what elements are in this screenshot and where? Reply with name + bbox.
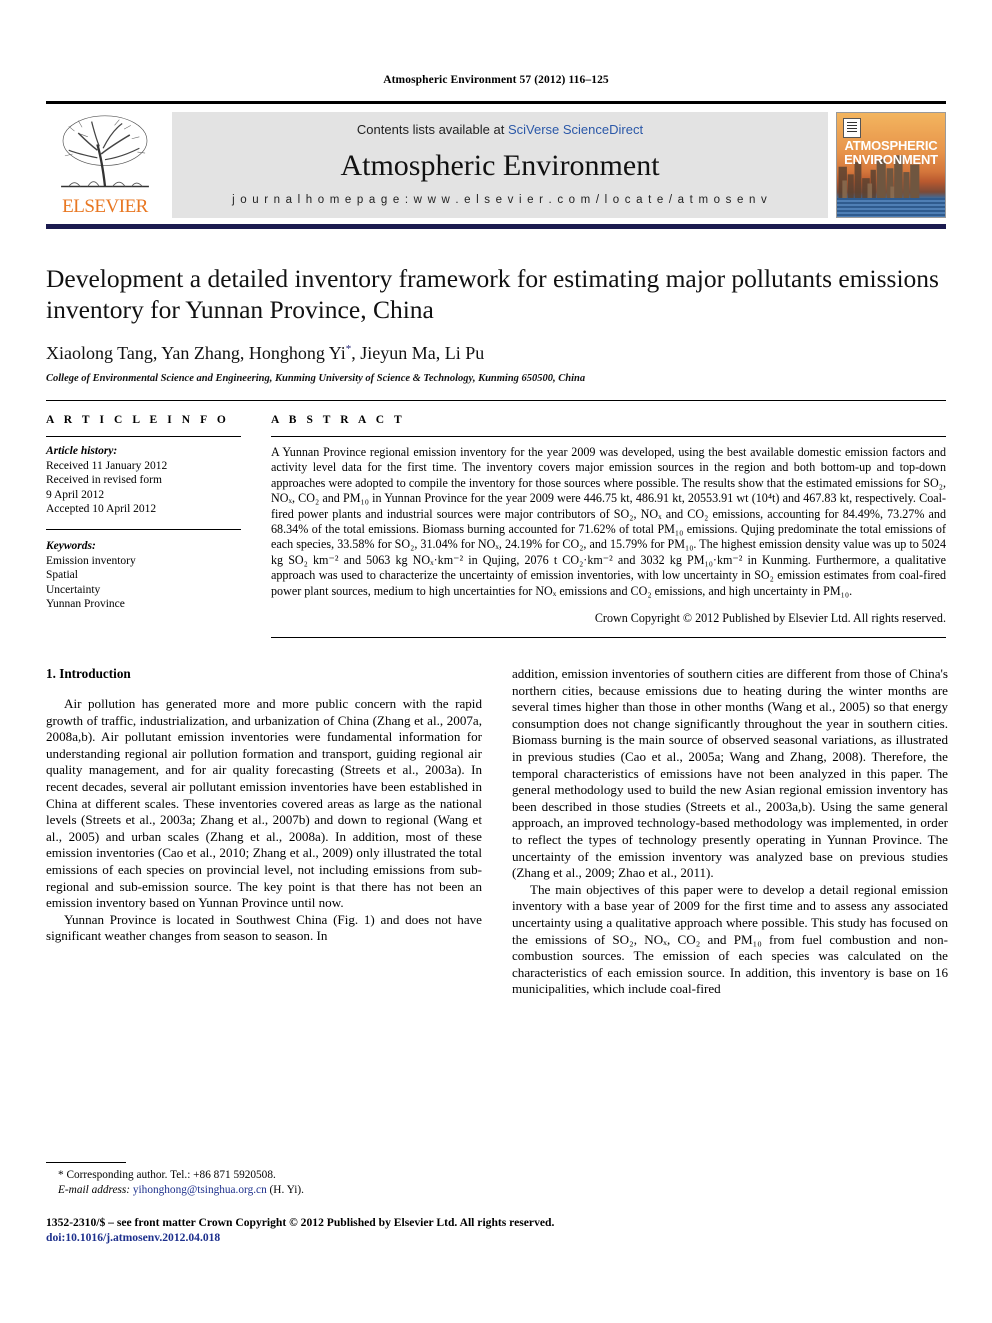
article-info-body: Article history: Received 11 January 201… bbox=[46, 437, 241, 612]
article-history-item: Accepted 10 April 2012 bbox=[46, 503, 157, 516]
elsevier-wordmark: ELSEVIER bbox=[62, 196, 148, 217]
email-line: E-mail address: yihonghong@tsinghua.org.… bbox=[46, 1183, 482, 1198]
article-title: Development a detailed inventory framewo… bbox=[46, 264, 939, 324]
paragraph: addition, emission inventories of southe… bbox=[512, 666, 948, 881]
elsevier-logo: ELSEVIER bbox=[46, 112, 164, 218]
issn-copyright-line: 1352-2310/$ – see front matter Crown Cop… bbox=[46, 1216, 555, 1229]
keyword-item: Yunnan Province bbox=[46, 598, 125, 611]
title-block: Development a detailed inventory framewo… bbox=[46, 263, 946, 384]
article-history-item: Received in revised form bbox=[46, 474, 162, 487]
info-abstract-region: A R T I C L E I N F O Article history: R… bbox=[46, 400, 946, 639]
corresponding-author-footnote: * Corresponding author. Tel.: +86 871 59… bbox=[46, 1162, 482, 1197]
paragraph: Yunnan Province is located in Southwest … bbox=[46, 911, 482, 944]
keywords-group: Keywords: Emission inventory Spatial Unc… bbox=[46, 528, 241, 612]
keyword-item: Uncertainty bbox=[46, 583, 101, 596]
cover-journal-title: ATMOSPHERIC ENVIRONMENT bbox=[837, 139, 945, 167]
authors-tail: , Jieyun Ma, Li Pu bbox=[351, 343, 485, 363]
email-label: E-mail address: bbox=[58, 1183, 131, 1196]
abstract-bottom-rule bbox=[271, 637, 946, 639]
journal-masthead: ELSEVIER Contents lists available at Sci… bbox=[46, 101, 946, 229]
email-link[interactable]: yihonghong@tsinghua.org.cn bbox=[133, 1184, 267, 1196]
paragraph: The main objectives of this paper were t… bbox=[512, 881, 948, 997]
journal-title: Atmospheric Environment bbox=[340, 148, 660, 182]
email-suffix: (H. Yi). bbox=[269, 1183, 304, 1196]
article-info-heading: A R T I C L E I N F O bbox=[46, 414, 230, 426]
contents-prefix: Contents lists available at bbox=[356, 122, 508, 137]
article-info-column: A R T I C L E I N F O Article history: R… bbox=[46, 414, 241, 638]
abstract-text: A Yunnan Province regional emission inve… bbox=[271, 445, 946, 598]
elsevier-tree-icon bbox=[61, 115, 149, 188]
keyword-item: Emission inventory bbox=[46, 554, 136, 567]
keyword-item: Spatial bbox=[46, 569, 78, 582]
article-history-item: Received 11 January 2012 bbox=[46, 459, 168, 472]
article-history-label: Article history: bbox=[46, 445, 118, 457]
journal-article-page: Atmospheric Environment 57 (2012) 116–12… bbox=[0, 0, 992, 1323]
keywords-label: Keywords: bbox=[46, 539, 96, 552]
body-column-right: addition, emission inventories of southe… bbox=[512, 666, 948, 998]
abstract-column: A B S T R A C T A Yunnan Province region… bbox=[271, 414, 946, 639]
page-footer: 1352-2310/$ – see front matter Crown Cop… bbox=[46, 1216, 946, 1245]
cover-title-line1: ATMOSPHERIC bbox=[844, 138, 938, 153]
masthead-center: Contents lists available at SciVerse Sci… bbox=[172, 112, 828, 218]
abstract-copyright: Crown Copyright © 2012 Published by Else… bbox=[594, 611, 946, 626]
contents-available-line: Contents lists available at SciVerse Sci… bbox=[357, 122, 643, 137]
journal-cover-thumbnail: ATMOSPHERIC ENVIRONMENT bbox=[836, 112, 946, 218]
journal-homepage-link[interactable]: j o u r n a l h o m e p a g e : w w w . … bbox=[232, 194, 768, 206]
introduction-heading: 1. Introduction bbox=[46, 666, 131, 682]
cover-badge-icon bbox=[843, 118, 861, 138]
article-history-group: Article history: Received 11 January 201… bbox=[46, 444, 241, 517]
running-head: Atmospheric Environment 57 (2012) 116–12… bbox=[383, 74, 609, 86]
body-columns: 1. Introduction Air pollution has genera… bbox=[46, 666, 948, 998]
sciencedirect-link[interactable]: SciVerse ScienceDirect bbox=[508, 122, 643, 137]
doi-link[interactable]: doi:10.1016/j.atmosenv.2012.04.018 bbox=[46, 1231, 946, 1246]
body-column-left: 1. Introduction Air pollution has genera… bbox=[46, 666, 482, 998]
article-history-item: 9 April 2012 bbox=[46, 488, 105, 501]
footnote-rule bbox=[46, 1162, 126, 1163]
abstract-heading: A B S T R A C T bbox=[271, 414, 406, 426]
author-list: Xiaolong Tang, Yan Zhang, Honghong Yi*, … bbox=[46, 343, 946, 364]
affiliation: College of Environmental Science and Eng… bbox=[46, 373, 586, 384]
corresponding-author-line: * Corresponding author. Tel.: +86 871 59… bbox=[58, 1169, 276, 1181]
cover-title-line2: ENVIRONMENT bbox=[844, 152, 938, 167]
cover-water-graphic bbox=[837, 198, 945, 217]
paragraph: Air pollution has generated more and mor… bbox=[46, 696, 482, 911]
authors-main: Xiaolong Tang, Yan Zhang, Honghong Yi bbox=[46, 343, 346, 363]
